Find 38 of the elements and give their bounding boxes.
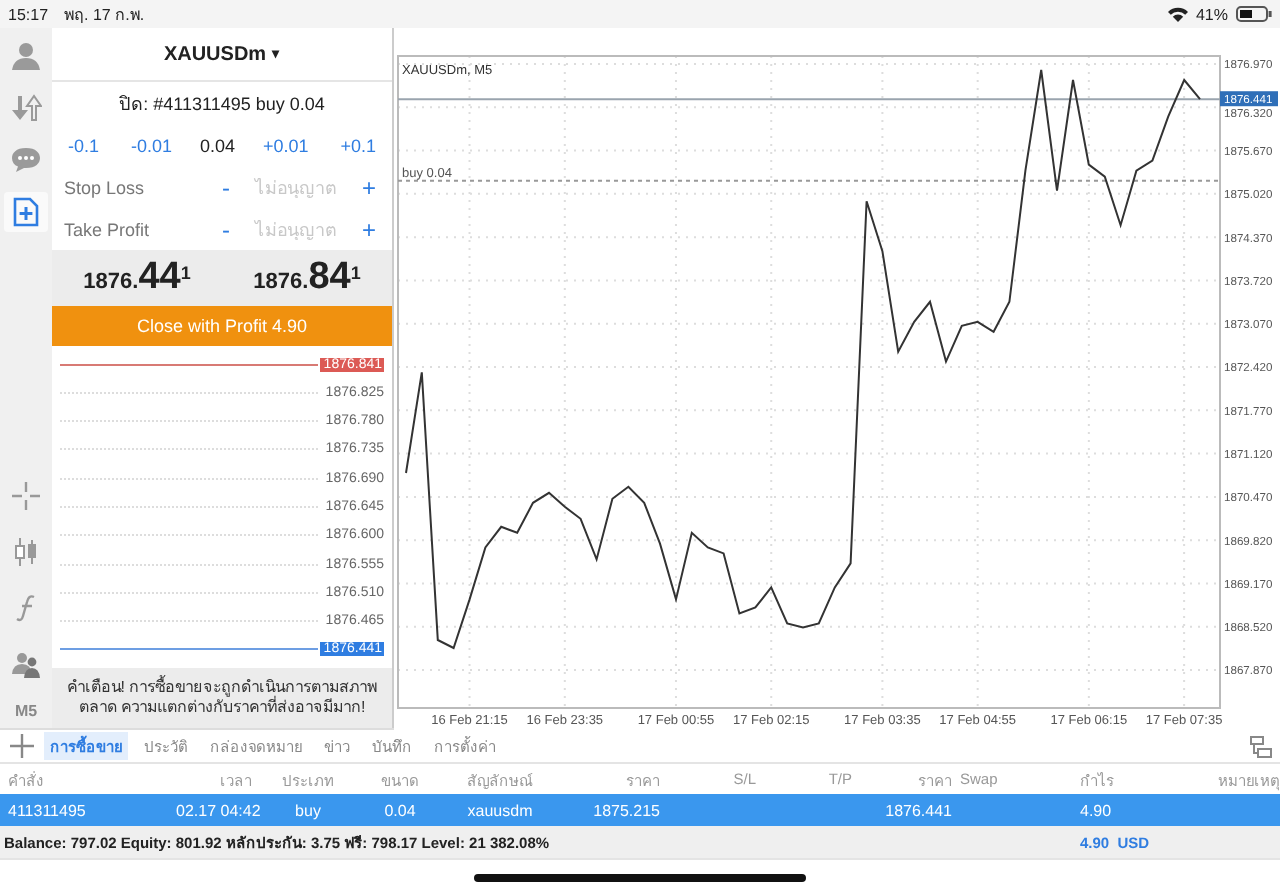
timeframe-label[interactable]: M5	[14, 702, 38, 720]
volume-step-button[interactable]: +0.1	[336, 136, 380, 156]
table-cell: 1876.441	[885, 801, 952, 819]
table-cell: 411311495	[8, 801, 86, 819]
stop-label: Take Profit	[64, 219, 152, 239]
decrease-button[interactable]: -	[216, 173, 236, 201]
volume-step-button[interactable]: +0.01	[258, 136, 313, 156]
table-cell: 0.04	[384, 801, 416, 819]
volume-step-button[interactable]: -0.01	[126, 136, 176, 156]
table-cell: 4.90	[1080, 801, 1112, 819]
function-icon[interactable]	[12, 594, 40, 622]
battery-icon	[1236, 6, 1272, 22]
table-cell: xauusdm	[467, 801, 533, 819]
increase-button[interactable]: +	[356, 215, 383, 243]
ask-price: 1876.84$^{1}$	[253, 256, 361, 300]
table-row[interactable]: 411311495 02.17 04:42 buy 0.04 xauusdm 1875.215 1876.441 4.90	[0, 794, 1280, 826]
table-cell: buy	[295, 801, 321, 819]
status-time: 15:17	[8, 5, 49, 23]
position-title: ปิด: #411311495 buy 0.04	[117, 92, 327, 118]
stop-label: Stop Loss	[64, 177, 147, 197]
people-icon[interactable]	[12, 650, 40, 678]
increase-button[interactable]: +	[356, 173, 383, 201]
candlestick-icon[interactable]	[12, 538, 40, 566]
add-icon[interactable]	[10, 734, 34, 758]
battery-level: 41%	[1195, 5, 1228, 23]
new-order-icon[interactable]	[4, 192, 48, 232]
volume-step-button[interactable]: -0.1	[64, 136, 104, 156]
status-date: พฤ. 17 ก.พ.	[64, 3, 145, 27]
warning-text: คำเตือน! การซื้อขายจะถูกดำเนินการตามสภาพตลาด ความแตกต่างกับราคาที่ส่งอาจมีมาก!	[52, 668, 392, 728]
decrease-button[interactable]: -	[216, 215, 236, 243]
close-position-button[interactable]: Close with Profit 4.90	[52, 306, 392, 346]
layout-icon[interactable]	[1250, 735, 1272, 757]
wifi-icon	[1167, 6, 1188, 22]
bid-price: 1876.44$^{1}$	[83, 256, 191, 300]
crosshair-icon[interactable]	[12, 482, 40, 510]
table-cell: 02.17 04:42	[176, 801, 261, 819]
table-cell: 1875.215	[593, 801, 660, 819]
volume-value: 0.04	[199, 136, 235, 156]
